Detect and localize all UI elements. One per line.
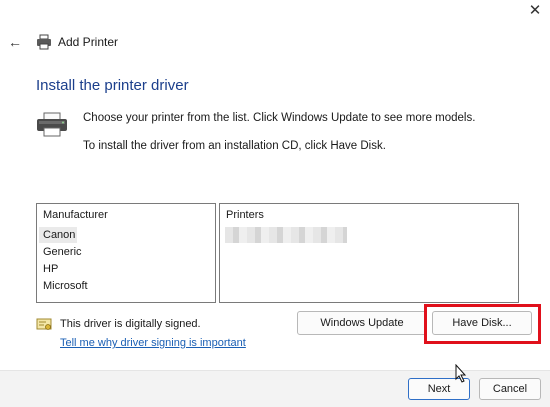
add-printer-dialog: ✕ ← Add Printer Install the printer driv… — [0, 0, 550, 407]
close-icon[interactable]: ✕ — [526, 2, 544, 20]
back-arrow-icon[interactable]: ← — [6, 33, 24, 51]
cd-instruction-text: To install the driver from an installati… — [83, 140, 386, 152]
blurred-printer-item[interactable] — [225, 227, 347, 243]
highlight-annotation — [424, 304, 541, 344]
mouse-pointer-icon — [455, 364, 467, 383]
page-title: Install the printer driver — [36, 77, 189, 94]
certificate-icon — [36, 318, 52, 330]
list-item[interactable]: Microsoft — [39, 278, 211, 294]
instruction-text: Choose your printer from the list. Click… — [83, 112, 476, 124]
printers-list[interactable]: Printers — [219, 203, 519, 303]
driver-signing-link[interactable]: Tell me why driver signing is important — [60, 337, 246, 349]
printers-header: Printers — [226, 209, 264, 221]
list-item[interactable]: Canon — [39, 227, 77, 243]
dialog-title: Add Printer — [58, 35, 119, 49]
windows-update-button[interactable]: Windows Update — [297, 311, 427, 335]
manufacturer-list[interactable]: Manufacturer Canon Generic HP Microsoft — [36, 203, 216, 303]
list-item[interactable]: Generic — [39, 244, 211, 260]
printer-icon — [37, 112, 67, 137]
dialog-header: ← Add Printer — [6, 32, 118, 52]
signing-status: This driver is digitally signed. — [60, 318, 201, 330]
cancel-button[interactable]: Cancel — [479, 378, 541, 400]
manufacturer-header: Manufacturer — [43, 209, 108, 221]
list-item[interactable]: HP — [39, 261, 211, 277]
printer-icon — [37, 34, 51, 50]
